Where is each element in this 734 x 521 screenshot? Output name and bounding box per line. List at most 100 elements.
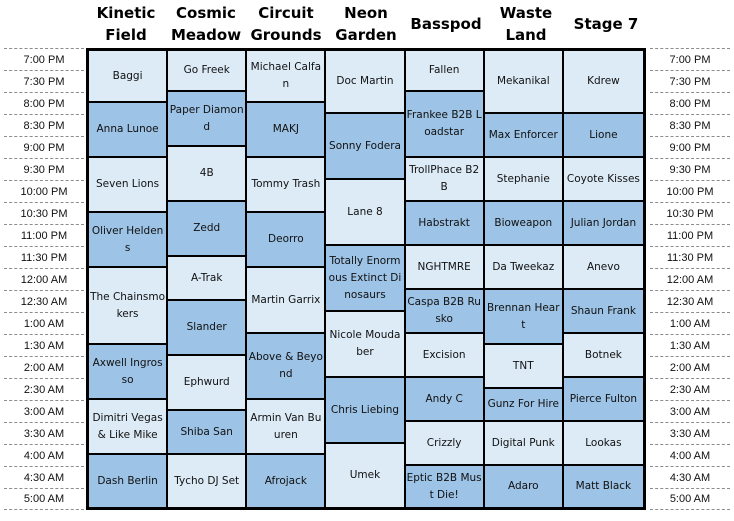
time-label: 12:30 AM bbox=[650, 290, 730, 312]
time-label: 10:30 PM bbox=[4, 202, 84, 224]
set-cell[interactable]: Zedd bbox=[168, 202, 246, 257]
time-label: 9:30 PM bbox=[650, 158, 730, 180]
set-cell[interactable]: Julian Jordan bbox=[563, 202, 643, 246]
set-cell[interactable]: Matt Black bbox=[563, 466, 643, 507]
stage-header: Cosmic Meadow bbox=[170, 4, 242, 44]
time-label: 11:00 PM bbox=[4, 224, 84, 246]
set-cell[interactable]: Stephanie bbox=[484, 158, 562, 202]
stage-header: Waste Land bbox=[499, 4, 553, 44]
set-cell[interactable]: Caspa B2B Rusko bbox=[405, 290, 483, 334]
time-label: 3:00 AM bbox=[4, 400, 84, 422]
time-label: 10:00 PM bbox=[4, 180, 84, 202]
set-cell[interactable]: Dash Berlin bbox=[89, 455, 167, 507]
set-cell[interactable]: The Chainsmokers bbox=[89, 268, 167, 345]
time-label: 10:00 PM bbox=[650, 180, 730, 202]
schedule-grid: Baggi Anna Lunoe Seven Lions Oliver Heldens… bbox=[86, 48, 646, 510]
set-cell[interactable]: Coyote Kisses bbox=[563, 158, 643, 202]
set-cell[interactable]: Tommy Trash bbox=[247, 158, 325, 213]
set-cell[interactable]: Shaun Frank bbox=[563, 290, 643, 334]
set-cell[interactable]: TNT bbox=[484, 345, 562, 389]
stage-header: Basspod bbox=[410, 15, 482, 33]
set-cell[interactable]: Afrojack bbox=[247, 455, 325, 507]
time-label: 5:00 AM bbox=[650, 488, 730, 510]
set-cell[interactable]: Go Freek bbox=[168, 51, 246, 92]
set-cell[interactable]: Dimitri Vegas & Like Mike bbox=[89, 400, 167, 455]
set-cell[interactable]: Eptic B2B Must Die! bbox=[405, 466, 483, 507]
time-column-right: 7:00 PM 7:30 PM 8:00 PM 8:30 PM 9:00 PM 9:30 … bbox=[650, 48, 730, 510]
set-cell[interactable]: Sonny Fodera bbox=[326, 114, 404, 180]
set-cell[interactable]: Brennan Heart bbox=[484, 290, 562, 345]
set-cell[interactable]: Andy C bbox=[405, 378, 483, 422]
set-cell[interactable]: Michael Calfan bbox=[247, 51, 325, 103]
set-cell[interactable]: Baggi bbox=[89, 51, 167, 103]
set-cell[interactable]: NGHTMRE bbox=[405, 246, 483, 290]
set-cell[interactable]: Chris Liebing bbox=[326, 378, 404, 444]
time-label: 9:00 PM bbox=[650, 136, 730, 158]
set-cell[interactable]: Botnek bbox=[563, 334, 643, 378]
set-cell[interactable]: Totally Enormous Extinct Dinosaurs bbox=[326, 246, 404, 312]
set-cell[interactable]: Gunz For Hire bbox=[484, 389, 562, 422]
time-label: 5:00 AM bbox=[4, 488, 84, 510]
time-label: 1:00 AM bbox=[4, 312, 84, 334]
set-cell[interactable]: Adaro bbox=[484, 466, 562, 507]
set-cell[interactable]: Excision bbox=[405, 334, 483, 378]
set-cell[interactable]: A-Trak bbox=[168, 257, 246, 301]
set-cell[interactable]: Fallen bbox=[405, 51, 483, 92]
set-cell[interactable]: Oliver Heldens bbox=[89, 213, 167, 268]
set-cell[interactable]: Habstrakt bbox=[405, 202, 483, 246]
time-label: 2:00 AM bbox=[4, 356, 84, 378]
set-cell[interactable]: Above & Beyond bbox=[247, 334, 325, 400]
set-cell[interactable]: Ephwurd bbox=[168, 356, 246, 411]
set-cell[interactable]: Anevo bbox=[563, 246, 643, 290]
time-label: 8:00 PM bbox=[4, 92, 84, 114]
set-cell[interactable]: Max Enforcer bbox=[484, 114, 562, 158]
time-label: 1:30 AM bbox=[650, 334, 730, 356]
set-cell[interactable]: Crizzly bbox=[405, 422, 483, 466]
time-label: 8:30 PM bbox=[4, 114, 84, 136]
set-cell[interactable]: Seven Lions bbox=[89, 158, 167, 213]
set-cell[interactable]: Lane 8 bbox=[326, 180, 404, 246]
stage-header: Stage 7 bbox=[573, 15, 639, 33]
set-cell[interactable]: Digital Punk bbox=[484, 422, 562, 466]
set-cell[interactable]: Armin Van Buuren bbox=[247, 400, 325, 455]
set-cell[interactable]: MAKJ bbox=[247, 103, 325, 158]
time-label: 4:00 AM bbox=[4, 444, 84, 466]
time-label: 3:30 AM bbox=[4, 422, 84, 444]
stage-column: Go Freek Paper Diamond 4B Zedd A-Trak Slander… bbox=[168, 51, 248, 507]
set-cell[interactable]: Doc Martin bbox=[326, 51, 404, 114]
stage-column: Baggi Anna Lunoe Seven Lions Oliver Heldens… bbox=[89, 51, 169, 507]
set-cell[interactable]: Axwell Ingrosso bbox=[89, 345, 167, 400]
set-cell[interactable]: Martin Garrix bbox=[247, 268, 325, 334]
set-cell[interactable]: Umek bbox=[326, 444, 404, 507]
set-cell[interactable]: Deorro bbox=[247, 213, 325, 268]
set-cell[interactable]: Bioweapon bbox=[484, 202, 562, 246]
time-label: 2:30 AM bbox=[650, 378, 730, 400]
set-cell[interactable]: Nicole Moudaber bbox=[326, 312, 404, 378]
set-cell[interactable]: 4B bbox=[168, 147, 246, 202]
set-cell[interactable]: Lione bbox=[563, 114, 643, 158]
set-cell[interactable]: Mekanikal bbox=[484, 51, 562, 114]
set-cell[interactable]: Anna Lunoe bbox=[89, 103, 167, 158]
stage-header: Circuit Grounds bbox=[250, 4, 322, 44]
time-label: 4:30 AM bbox=[650, 466, 730, 488]
set-cell[interactable]: Paper Diamond bbox=[168, 92, 246, 147]
set-cell[interactable]: Da Tweekaz bbox=[484, 246, 562, 290]
set-cell[interactable]: Kdrew bbox=[563, 51, 643, 114]
time-column-left: 7:00 PM 7:30 PM 8:00 PM 8:30 PM 9:00 PM 9:30 … bbox=[4, 48, 84, 510]
set-cell[interactable]: Frankee B2B Loadstar bbox=[405, 92, 483, 158]
set-cell[interactable]: Tycho DJ Set bbox=[168, 455, 246, 507]
time-label: 1:30 AM bbox=[4, 334, 84, 356]
stage-column: Kdrew Lione Coyote Kisses Julian Jordan Anev… bbox=[563, 51, 643, 507]
time-label: 2:30 AM bbox=[4, 378, 84, 400]
set-cell[interactable]: Lookas bbox=[563, 422, 643, 466]
time-label: 3:30 AM bbox=[650, 422, 730, 444]
set-cell[interactable]: TrollPhace B2B bbox=[405, 158, 483, 202]
set-cell[interactable]: Pierce Fulton bbox=[563, 378, 643, 422]
time-label: 7:30 PM bbox=[650, 70, 730, 92]
set-cell[interactable]: Shiba San bbox=[168, 411, 246, 455]
set-cell[interactable]: Slander bbox=[168, 301, 246, 356]
stage-column: Michael Calfan MAKJ Tommy Trash Deorro Marti… bbox=[247, 51, 327, 507]
time-label: 9:00 PM bbox=[4, 136, 84, 158]
time-label: 7:30 PM bbox=[4, 70, 84, 92]
time-label: 7:00 PM bbox=[4, 48, 84, 70]
